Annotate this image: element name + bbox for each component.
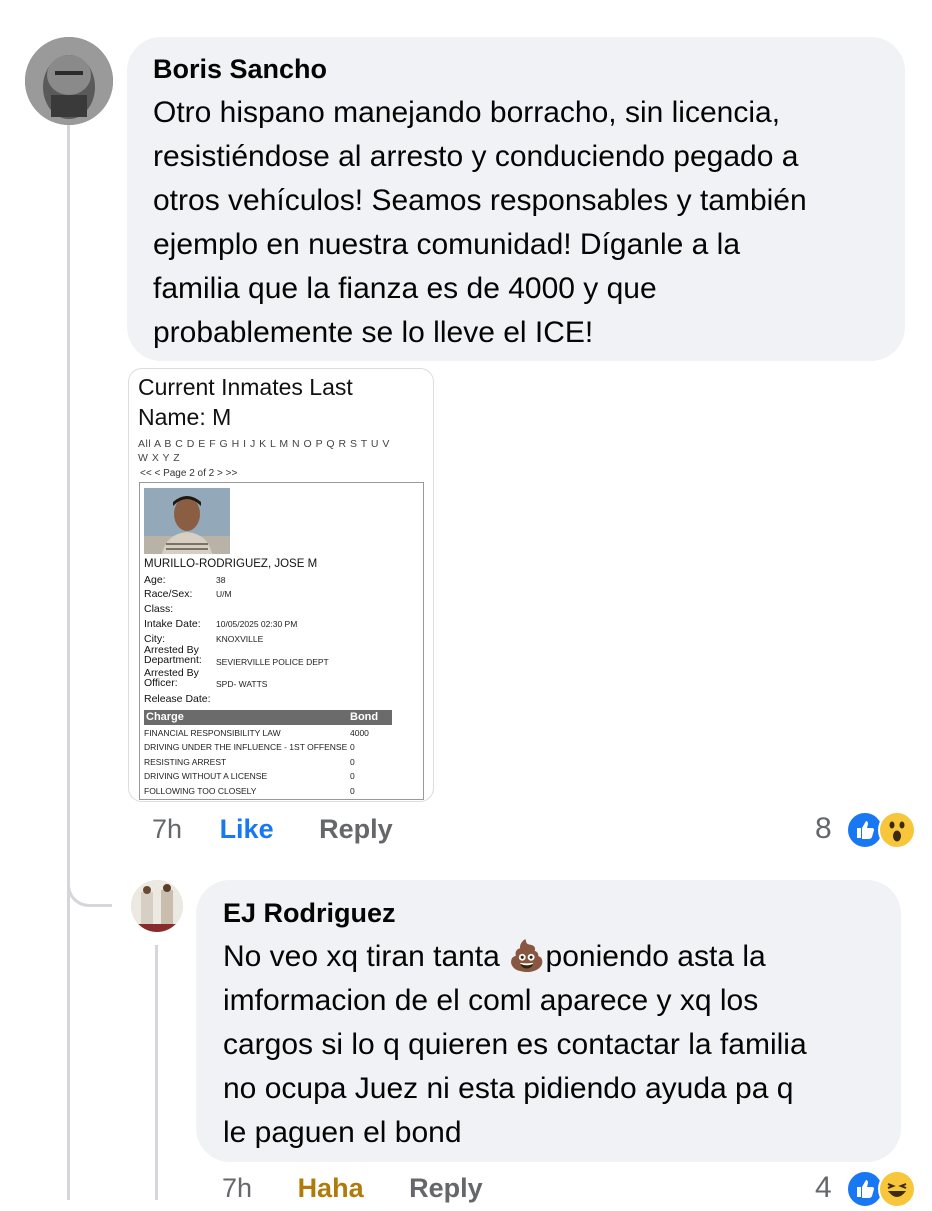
charge-row: RESISTING ARREST 0 [144, 757, 392, 767]
profile-photo [25, 37, 113, 125]
attached-image-inmate-record[interactable]: Current Inmates Last Name: M All A B C D… [128, 368, 434, 802]
comment-line: No veo xq tiran tanta 💩poniendo asta la [223, 940, 766, 973]
title-line: Name: M [138, 404, 232, 430]
profile-photo [131, 880, 183, 932]
alphabet-row: W X Y Z [138, 452, 181, 464]
bond-column-header: Bond [350, 711, 379, 723]
charge-row: FOLLOWING TOO CLOSELY 0 [144, 786, 392, 796]
intake-date-value: 10/05/2025 02:30 PM [216, 619, 298, 629]
charge-bond: 0 [350, 742, 355, 752]
thread-line-main [67, 124, 70, 1200]
charge-row: DRIVING WITHOUT A LICENSE 0 [144, 771, 392, 781]
comment-line: familia que la fianza es de 4000 y que [153, 272, 657, 305]
arresting-officer-label: Arrested By Officer: [144, 668, 199, 689]
comment-line: probablemente se lo lleve el ICE! [153, 316, 594, 349]
intake-date-label: Intake Date: [144, 618, 201, 630]
wow-icon[interactable] [878, 811, 916, 849]
thread-connector [67, 860, 112, 907]
reply-button[interactable]: Reply [409, 1173, 483, 1203]
comment-line: otros vehículos! Seamos responsables y t… [153, 184, 807, 217]
alphabet-filter: All A B C D E F G H I J K L M N O P Q R … [138, 437, 428, 465]
charge-row: FINANCIAL RESPONSIBILITY LAW 4000 [144, 728, 392, 738]
charge-row: DRIVING UNDER THE INFLUENCE - 1ST OFFENS… [144, 742, 392, 752]
like-button[interactable]: Like [220, 814, 274, 844]
arresting-dept-value: SEVIERVILLE POLICE DEPT [216, 657, 329, 667]
age-value: 38 [216, 575, 226, 585]
comment-line: cargos si lo q quieren es contactar la f… [223, 1028, 807, 1061]
mugshot-photo [144, 488, 230, 554]
comment-line: imformacion de el coml aparece y xq los [223, 984, 759, 1017]
reply-button[interactable]: Reply [319, 814, 393, 844]
inmate-name: MURILLO-RODRIGUEZ, JOSE M [144, 558, 318, 570]
charge-bond: 0 [350, 786, 355, 796]
comment-timestamp[interactable]: 7h [152, 814, 182, 844]
age-label: Age: [144, 574, 166, 586]
charge-bond: 0 [350, 757, 355, 767]
charge-name: DRIVING UNDER THE INFLUENCE - 1ST OFFENS… [144, 742, 348, 752]
comment-author[interactable]: Boris Sancho [153, 53, 879, 85]
race-sex-label: Race/Sex: [144, 588, 193, 600]
charge-bond: 0 [350, 771, 355, 781]
label-line: Department: [144, 654, 202, 666]
thread-line-reply [155, 945, 158, 1200]
label-line: Officer: [144, 677, 178, 689]
city-value: KNOXVILLE [216, 634, 264, 644]
charge-name: FOLLOWING TOO CLOSELY [144, 786, 257, 796]
alphabet-row: All A B C D E F G H I J K L M N O P Q R … [138, 438, 390, 450]
pagination: << < Page 2 of 2 > >> [140, 468, 238, 479]
charge-column-header: Charge [146, 711, 184, 723]
comment-line: no ocupa Juez ni esta pidiendo ayuda pa … [223, 1072, 794, 1105]
charges-table-header: Charge Bond [144, 710, 392, 725]
comment-text: Otro hispano manejando borracho, sin lic… [153, 91, 879, 355]
haha-button[interactable]: Haha [298, 1173, 364, 1203]
charge-bond: 4000 [350, 728, 369, 738]
release-date-label: Release Date: [144, 693, 211, 705]
comment-line: ejemplo en nuestra comunidad! Díganle a … [153, 228, 741, 261]
avatar-boris-sancho[interactable] [25, 37, 113, 125]
charge-name: FINANCIAL RESPONSIBILITY LAW [144, 728, 281, 738]
arresting-dept-label: Arrested By Department: [144, 645, 202, 666]
comment-line: resistiéndose al arresto y conduciendo p… [153, 140, 799, 173]
comment-meta-2: 7h Haha Reply [222, 1173, 483, 1207]
race-sex-value: U/M [216, 589, 232, 599]
comment-bubble-1[interactable]: Boris Sancho Otro hispano manejando borr… [127, 37, 905, 361]
class-label: Class: [144, 603, 174, 615]
inmate-record-box: MURILLO-RODRIGUEZ, JOSE M Age: 38 Race/S… [139, 482, 424, 800]
comment-line: le paguen el bond [223, 1116, 462, 1149]
haha-icon[interactable] [878, 1170, 916, 1208]
comment-author[interactable]: EJ Rodriguez [223, 897, 874, 929]
comment-timestamp[interactable]: 7h [222, 1173, 252, 1203]
comment-text: No veo xq tiran tanta 💩poniendo asta la … [223, 935, 874, 1155]
comment-line: Otro hispano manejando borracho, sin lic… [153, 96, 781, 129]
reaction-count[interactable]: 8 [815, 812, 832, 846]
comment-meta-1: 7h Like Reply [152, 814, 393, 848]
charge-name: RESISTING ARREST [144, 757, 227, 767]
title-line: Current Inmates Last [138, 374, 353, 400]
avatar-ej-rodriguez[interactable] [131, 880, 183, 932]
inmate-page-title: Current Inmates Last Name: M [138, 372, 353, 432]
arresting-officer-value: SPD- WATTS [216, 679, 268, 689]
comment-bubble-2[interactable]: EJ Rodriguez No veo xq tiran tanta 💩poni… [196, 880, 901, 1162]
charge-name: DRIVING WITHOUT A LICENSE [144, 771, 268, 781]
